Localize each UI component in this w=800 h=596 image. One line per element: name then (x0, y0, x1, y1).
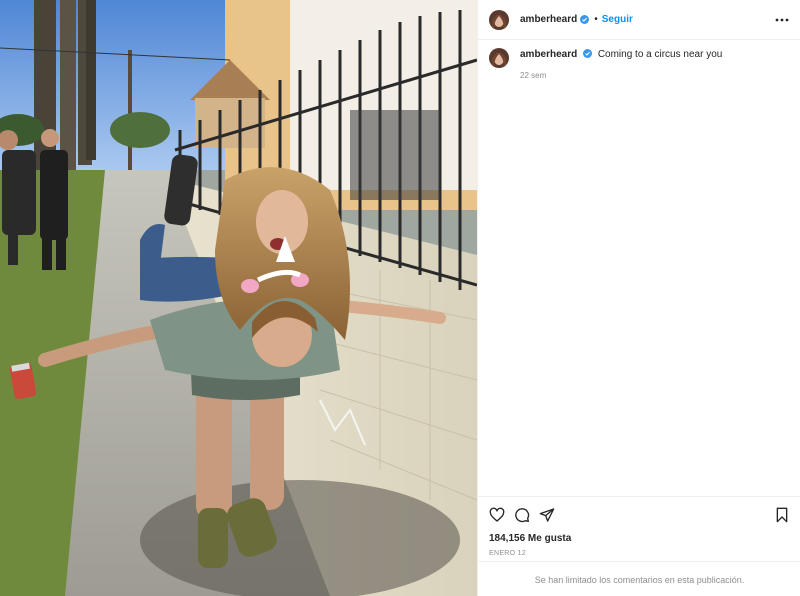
likes-count[interactable]: 184,156 Me gusta (489, 533, 571, 544)
caption-avatar[interactable] (489, 48, 509, 68)
post-photo[interactable] (0, 0, 477, 596)
caption-text-block: amberheard Coming to a circus near you (520, 48, 722, 62)
instagram-post: amberheard • Seguir amberheard Coming to… (0, 0, 800, 596)
caption-time-ago[interactable]: 22 sem (520, 71, 546, 80)
heart-icon[interactable] (489, 507, 505, 523)
caption-username[interactable]: amberheard (520, 49, 577, 60)
comment-icon[interactable] (514, 507, 530, 523)
send-icon[interactable] (539, 507, 555, 523)
profile-avatar-icon (489, 48, 509, 68)
author-avatar[interactable] (489, 9, 509, 30)
header-separator: • (594, 14, 598, 25)
bookmark-icon[interactable] (774, 507, 790, 523)
post-caption: amberheard Coming to a circus near you (489, 48, 789, 68)
author-username[interactable]: amberheard (520, 14, 577, 25)
caption-body: Coming to a circus near you (597, 49, 723, 60)
more-horizontal-icon[interactable] (775, 13, 789, 27)
verified-badge-icon (580, 15, 590, 24)
post-header: amberheard • Seguir (478, 0, 800, 40)
post-details-panel: amberheard • Seguir amberheard Coming to… (477, 0, 800, 596)
post-date: ENERO 12 (489, 550, 527, 557)
follow-button[interactable]: Seguir (602, 14, 633, 25)
photo-illustration (0, 0, 477, 596)
verified-badge-icon (583, 49, 593, 58)
comments-limited-notice: Se han limitado los comentarios en esta … (478, 561, 800, 596)
profile-avatar-icon (489, 9, 509, 30)
post-actions: 184,156 Me gusta ENERO 12 Se han limitad… (478, 496, 800, 596)
